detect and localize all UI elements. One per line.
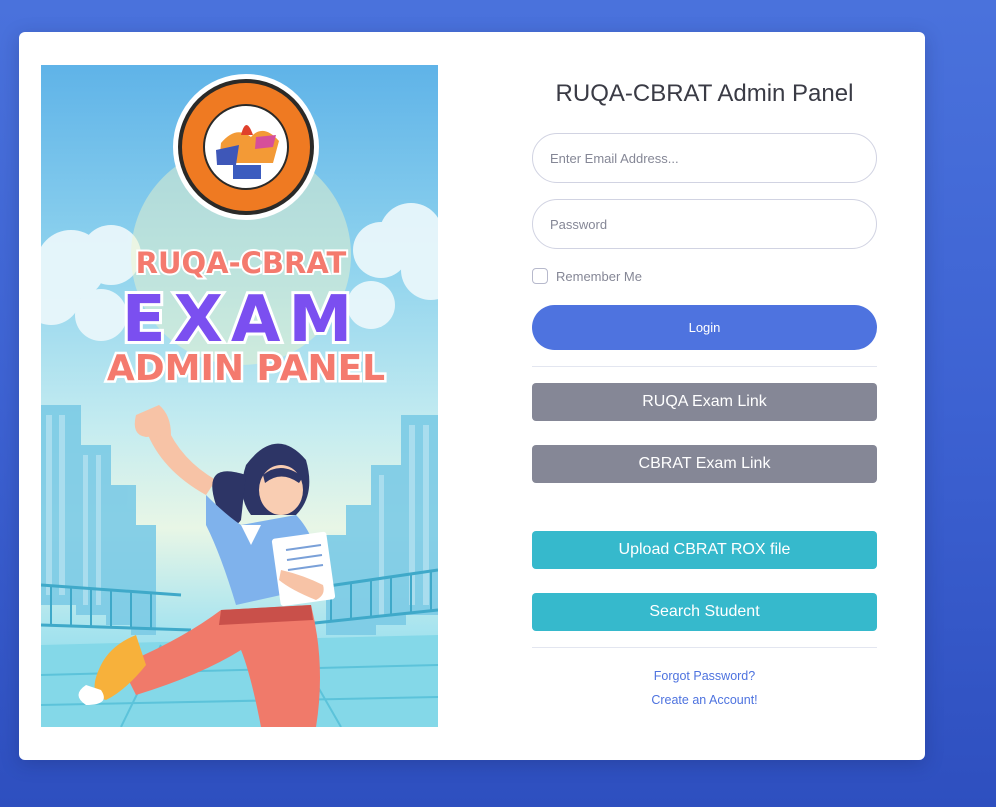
ruqa-exam-link-button[interactable]: RUQA Exam Link	[532, 383, 877, 421]
email-field[interactable]	[532, 133, 877, 183]
hero-illustration: RUQA-CBRAT EXAM ADMIN PANEL	[41, 65, 438, 727]
divider	[532, 647, 877, 648]
hero-title-line1: RUQA-CBRAT	[136, 246, 347, 280]
create-account-link[interactable]: Create an Account!	[532, 693, 877, 707]
remember-me-checkbox[interactable]	[532, 268, 548, 284]
password-field[interactable]	[532, 199, 877, 249]
hero-title-line2: EXAM	[122, 283, 360, 357]
hero-title-line3: ADMIN PANEL	[107, 348, 385, 389]
login-button[interactable]: Login	[532, 305, 877, 350]
deped-seal-icon	[173, 74, 319, 220]
search-student-button[interactable]: Search Student	[532, 593, 877, 631]
remember-me-label: Remember Me	[556, 268, 642, 284]
forgot-password-link[interactable]: Forgot Password?	[532, 669, 877, 683]
page-title: RUQA-CBRAT Admin Panel	[555, 80, 854, 107]
cbrat-exam-link-button[interactable]: CBRAT Exam Link	[532, 445, 877, 483]
upload-rox-button[interactable]: Upload CBRAT ROX file	[532, 531, 877, 569]
divider	[532, 366, 877, 367]
login-card: RUQA-CBRAT EXAM ADMIN PANEL RUQA-CBRAT A…	[19, 32, 925, 760]
remember-me[interactable]: Remember Me	[532, 268, 642, 284]
